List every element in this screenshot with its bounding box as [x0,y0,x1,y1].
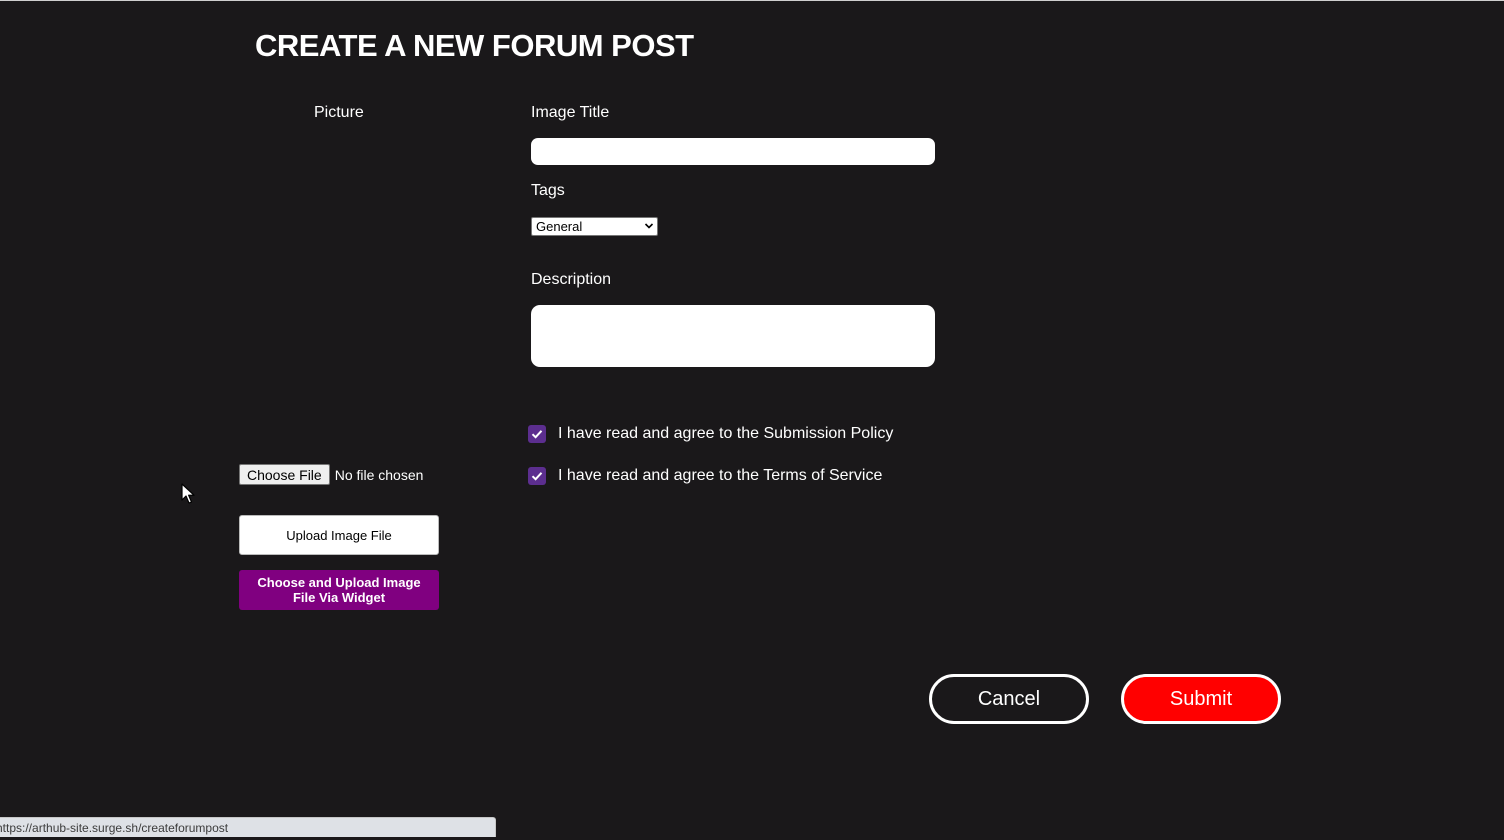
checkmark-icon [531,472,543,481]
mouse-cursor-icon [181,483,195,504]
tags-selected-value: General [536,219,583,234]
status-bar-url: https://arthub-site.surge.sh/createforum… [0,817,496,837]
file-input[interactable]: Choose File No file chosen [239,464,423,485]
upload-image-button[interactable]: Upload Image File [239,515,439,555]
image-title-input[interactable] [531,138,935,165]
picture-label: Picture [314,104,364,121]
choose-file-button[interactable]: Choose File [239,464,330,485]
tags-label: Tags [531,182,565,199]
image-title-label: Image Title [531,104,610,121]
tags-select[interactable]: General [531,217,658,236]
upload-via-widget-button[interactable]: Choose and Upload Image File Via Widget [239,570,439,610]
status-url-text: https://arthub-site.surge.sh/createforum… [0,820,229,835]
submission-policy-checkbox[interactable] [528,425,546,443]
cancel-button[interactable]: Cancel [929,674,1089,724]
file-status: No file chosen [334,466,424,483]
submission-policy-label: I have read and agree to the Submission … [558,425,894,442]
terms-of-service-label: I have read and agree to the Terms of Se… [558,467,883,484]
description-textarea[interactable] [531,305,935,367]
terms-of-service-checkbox[interactable] [528,467,546,485]
chevron-down-icon [644,223,654,229]
agreement-terms-of-service[interactable]: I have read and agree to the Terms of Se… [528,467,882,485]
description-label: Description [531,271,612,288]
checkmark-icon [531,430,543,439]
top-border [0,0,1504,1]
page-title: CREATE A NEW FORUM POST [255,28,694,63]
submit-button[interactable]: Submit [1121,674,1281,724]
agreement-submission-policy[interactable]: I have read and agree to the Submission … [528,425,893,443]
